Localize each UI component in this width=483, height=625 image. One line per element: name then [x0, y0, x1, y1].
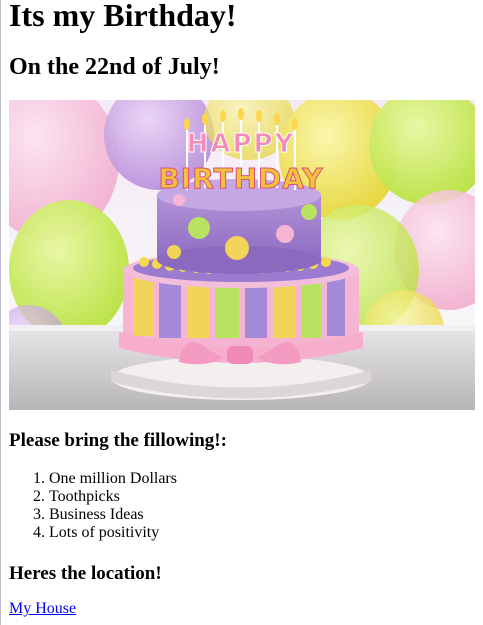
location-heading: Heres the location! [9, 563, 162, 584]
my-house-link[interactable]: My House [9, 600, 76, 618]
bring-heading: Please bring the fillowing!: [9, 430, 227, 451]
topper-birthday: BIRTHDAY [158, 162, 323, 195]
birthday-cake-image: HAPPY BIRTHDAY [9, 100, 475, 410]
cake-illustration: HAPPY BIRTHDAY [9, 100, 475, 410]
list-item: Business Ideas [49, 506, 177, 524]
list-item: Toothpicks [49, 488, 177, 506]
bring-list: One million Dollars Toothpicks Business … [9, 470, 177, 542]
list-item: Lots of positivity [49, 524, 177, 542]
topper-happy: HAPPY [187, 129, 296, 159]
page-subtitle: On the 22nd of July! [9, 54, 220, 80]
list-item: One million Dollars [49, 470, 177, 488]
page-title: Its my Birthday! [9, 0, 237, 33]
